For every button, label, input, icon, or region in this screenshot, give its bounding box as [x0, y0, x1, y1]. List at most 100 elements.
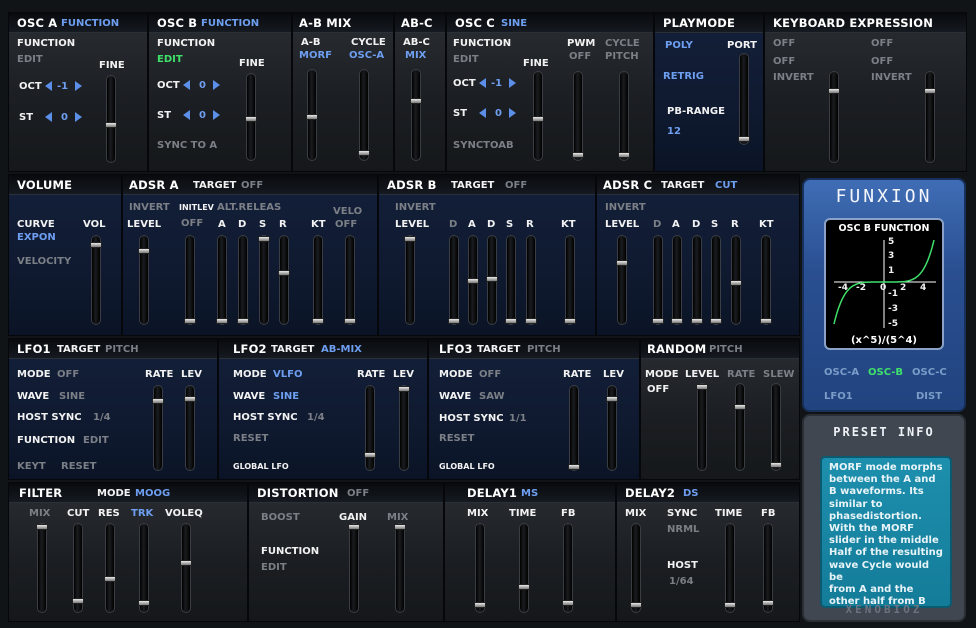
ab-cycle-slider[interactable]: [358, 69, 370, 161]
osc-a-oct-right-arrow-icon[interactable]: [75, 81, 82, 91]
lfo1-keyt-toggle[interactable]: KEYT: [17, 462, 46, 472]
distortion-edit-button[interactable]: EDIT: [261, 563, 287, 573]
filter-mix-slider[interactable]: [36, 523, 48, 613]
lfo2-mode-value[interactable]: VLFO: [273, 370, 302, 380]
slider-handle[interactable]: [216, 318, 228, 324]
ab-mix-slider[interactable]: [306, 69, 318, 161]
slider-handle[interactable]: [306, 114, 318, 120]
lfo3-reset-toggle[interactable]: RESET: [439, 434, 474, 444]
adsr-a-invert-toggle[interactable]: INVERT: [129, 203, 170, 213]
lfo3-global-toggle[interactable]: GLOBAL LFO: [439, 463, 495, 471]
osc-b-sync-toggle[interactable]: SYNC TO A: [157, 141, 217, 151]
slider-handle[interactable]: [138, 248, 150, 254]
adsr-c-attack-slider[interactable]: [671, 235, 683, 325]
slider-handle[interactable]: [525, 318, 537, 324]
slider-handle[interactable]: [467, 278, 479, 284]
delay2-mode-value[interactable]: DS: [683, 489, 699, 499]
playmode-poly-button[interactable]: POLY: [665, 41, 693, 51]
slider-handle[interactable]: [532, 116, 544, 122]
slider-handle[interactable]: [630, 602, 642, 608]
slider-handle[interactable]: [90, 242, 102, 248]
slider-handle[interactable]: [770, 462, 782, 468]
lfo3-target-value[interactable]: PITCH: [527, 345, 561, 355]
keyexp-slider-2[interactable]: [924, 71, 936, 163]
adsr-c-delay-slider[interactable]: [652, 235, 664, 325]
distortion-status[interactable]: OFF: [347, 489, 369, 499]
slider-handle[interactable]: [36, 524, 48, 530]
osc-c-fine-slider[interactable]: [532, 71, 544, 161]
filter-trk-label[interactable]: TRK: [131, 509, 153, 519]
lfo2-level-slider[interactable]: [398, 385, 410, 471]
osc-c-oct-right-arrow-icon[interactable]: [509, 78, 516, 88]
ab-c-mix-slider[interactable]: [410, 69, 422, 161]
adsr-b-delay-slider[interactable]: [448, 235, 460, 325]
filter-resonance-slider[interactable]: [104, 523, 116, 613]
lfo1-level-slider[interactable]: [184, 385, 196, 471]
osc-b-st-left-arrow-icon[interactable]: [183, 110, 190, 120]
osc-c-pwm-value[interactable]: OFF: [569, 52, 591, 62]
adsr-b-decay-slider[interactable]: [486, 235, 498, 325]
adsr-a-velo-slider[interactable]: [344, 235, 356, 325]
osc-c-st-right-arrow-icon[interactable]: [509, 108, 516, 118]
adsr-c-release-slider[interactable]: [730, 235, 742, 325]
lfo3-level-slider[interactable]: [606, 385, 618, 471]
slider-handle[interactable]: [562, 600, 574, 606]
delay2-host-value[interactable]: 1/64: [669, 577, 694, 587]
slider-handle[interactable]: [924, 88, 936, 94]
adsr-b-invert-toggle[interactable]: INVERT: [395, 203, 436, 213]
osc-b-fine-slider[interactable]: [245, 73, 257, 161]
slider-handle[interactable]: [618, 152, 630, 158]
osc-b-oct-left-arrow-icon[interactable]: [183, 80, 190, 90]
playmode-pb-value[interactable]: 12: [667, 127, 681, 137]
lfo1-reset-toggle[interactable]: RESET: [61, 462, 96, 472]
slider-handle[interactable]: [738, 136, 750, 142]
filter-tracking-slider[interactable]: [138, 523, 150, 613]
osc-a-oct-left-arrow-icon[interactable]: [45, 81, 52, 91]
slider-handle[interactable]: [312, 318, 324, 324]
adsr-b-kt-slider[interactable]: [564, 235, 576, 325]
volume-curve-value[interactable]: EXPON: [17, 233, 56, 243]
ab-mix-cycle-value[interactable]: OSC-A: [349, 51, 384, 61]
lfo2-target-value[interactable]: AB-MIX: [321, 345, 362, 355]
adsr-c-level-slider[interactable]: [616, 235, 628, 325]
osc-a-mode[interactable]: FUNCTION: [61, 19, 119, 29]
adsr-c-sustain-slider[interactable]: [710, 235, 722, 325]
filter-cutoff-slider[interactable]: [72, 523, 84, 613]
adsr-b-level-slider[interactable]: [404, 235, 416, 325]
osc-c-mode[interactable]: SINE: [501, 19, 527, 29]
keyexp-invert-1[interactable]: INVERT: [773, 73, 814, 83]
volume-velocity-label[interactable]: VELOCITY: [17, 257, 71, 267]
osc-c-pwm-slider[interactable]: [572, 71, 584, 161]
slider-handle[interactable]: [606, 396, 618, 402]
osc-b-edit-button[interactable]: EDIT: [157, 55, 183, 65]
slider-handle[interactable]: [348, 524, 360, 530]
slider-handle[interactable]: [364, 452, 376, 458]
ab-c-mix-button[interactable]: MIX: [405, 51, 426, 61]
delay2-feedback-slider[interactable]: [762, 523, 774, 613]
delay1-mix-slider[interactable]: [474, 523, 486, 613]
lfo1-rate-slider[interactable]: [152, 385, 164, 471]
slider-handle[interactable]: [152, 398, 164, 404]
slider-handle[interactable]: [245, 116, 257, 122]
slider-handle[interactable]: [616, 260, 628, 266]
lfo1-edit-button[interactable]: EDIT: [83, 436, 109, 446]
slider-handle[interactable]: [258, 236, 270, 242]
adsr-a-altrelease-toggle[interactable]: ALT.RELEAS: [217, 203, 281, 213]
lfo1-mode-value[interactable]: OFF: [57, 370, 79, 380]
lfo2-reset-toggle[interactable]: RESET: [233, 434, 268, 444]
lfo2-rate-slider[interactable]: [364, 385, 376, 471]
keyexp-off-2[interactable]: OFF: [871, 39, 893, 49]
delay2-mix-slider[interactable]: [630, 523, 642, 613]
slider-handle[interactable]: [180, 560, 192, 566]
slider-handle[interactable]: [486, 276, 498, 282]
osc-b-st-right-arrow-icon[interactable]: [213, 110, 220, 120]
keyexp-slider-1[interactable]: [828, 71, 840, 163]
adsr-a-attack-slider[interactable]: [216, 235, 228, 325]
random-rate-slider[interactable]: [734, 383, 746, 471]
slider-handle[interactable]: [448, 318, 460, 324]
lfo3-mode-value[interactable]: OFF: [479, 370, 501, 380]
slider-handle[interactable]: [724, 602, 736, 608]
keyexp-off-3[interactable]: OFF: [773, 57, 795, 67]
adsr-a-target-value[interactable]: OFF: [241, 181, 263, 191]
delay2-time-slider[interactable]: [724, 523, 736, 613]
